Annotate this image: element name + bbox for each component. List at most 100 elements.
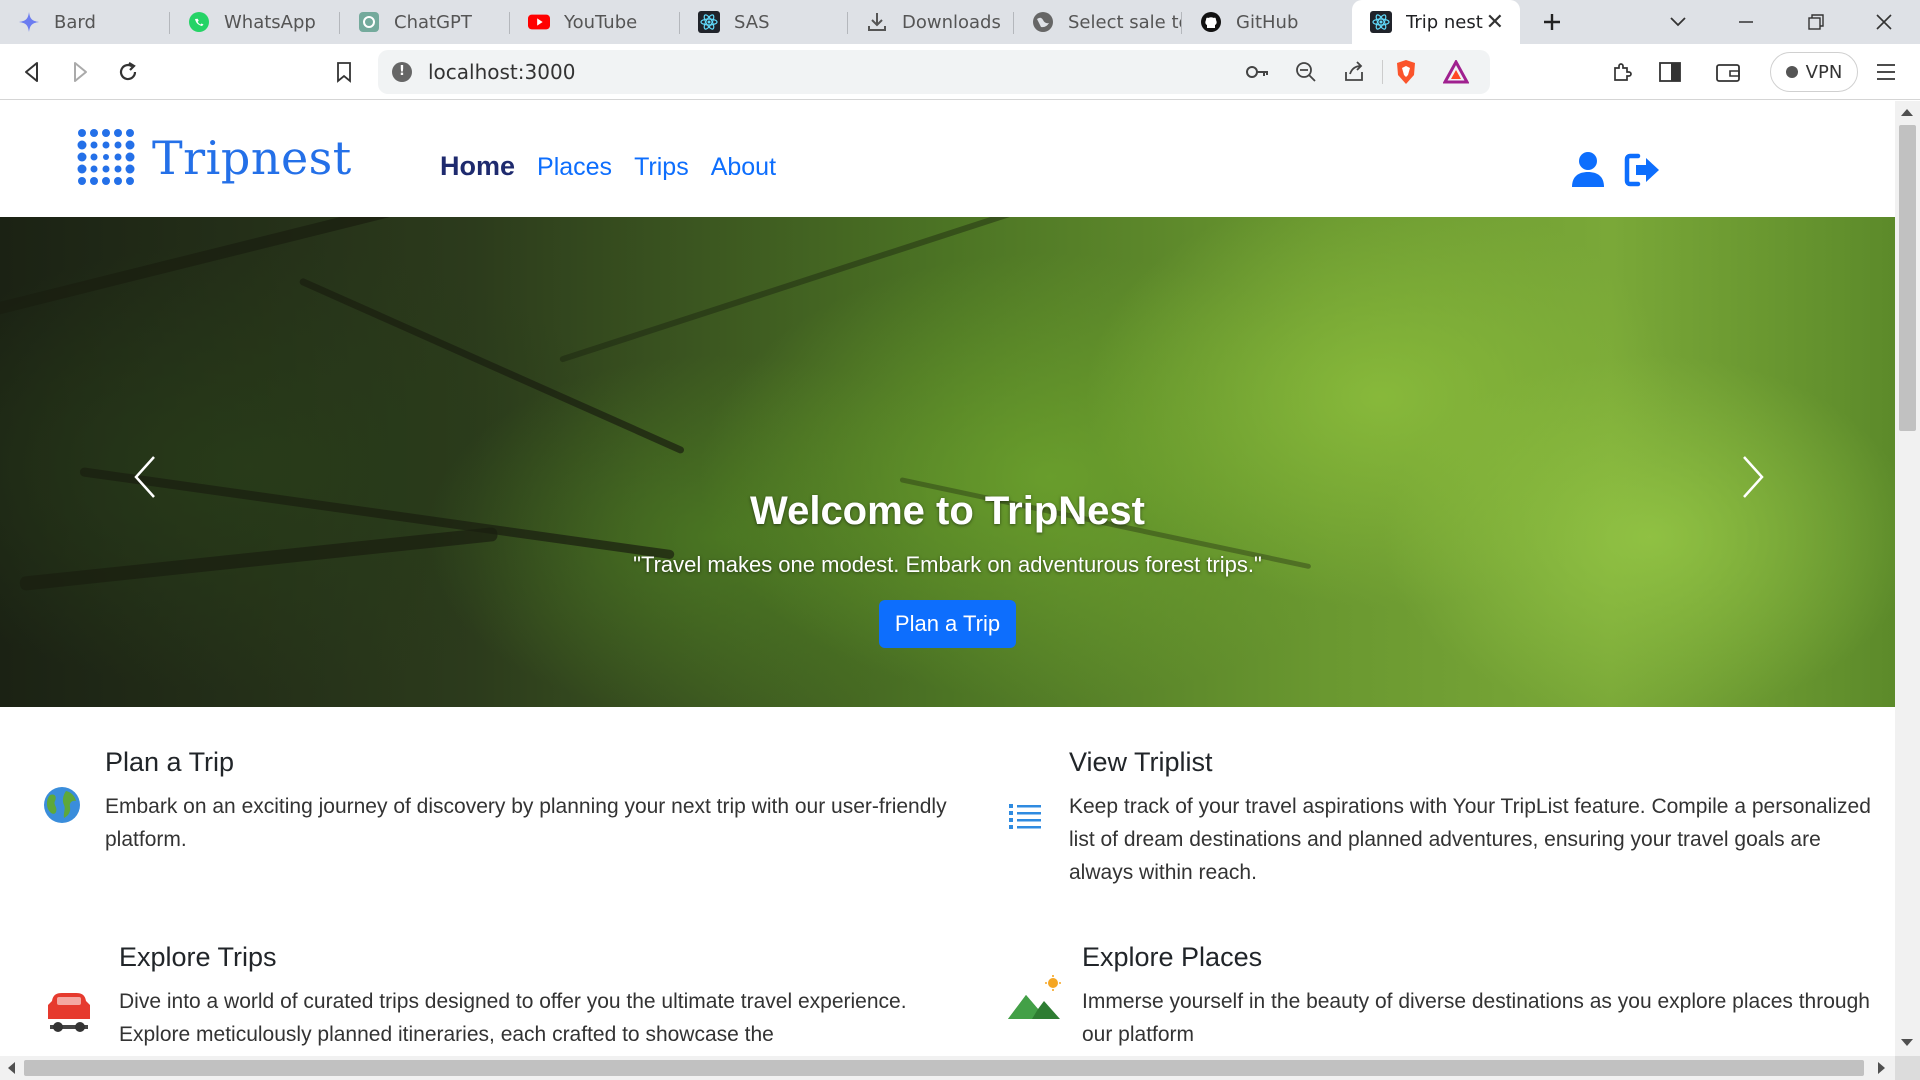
new-tab-button[interactable] [1536,6,1568,38]
close-window-button[interactable] [1868,6,1900,38]
reload-button[interactable] [110,54,146,90]
tab-youtube[interactable]: YouTube [510,0,680,44]
scrollbar-corner [1895,1056,1920,1080]
brand-dots-icon [77,129,135,185]
chatgpt-icon [358,11,380,33]
nav-trips[interactable]: Trips [634,153,689,182]
close-tab-icon[interactable]: ✕ [1486,10,1504,35]
globe-icon [1032,11,1054,33]
scroll-up-arrow-icon[interactable] [1901,109,1913,116]
scroll-right-arrow-icon[interactable] [1878,1062,1885,1074]
horizontal-scroll-thumb[interactable] [24,1060,1864,1076]
tab-label: Select sale to [1068,11,1182,33]
hero-title: Welcome to TripNest [750,489,1145,533]
vpn-status-icon [1785,66,1798,78]
carousel-caption: Welcome to TripNest "Travel makes one mo… [0,489,1895,648]
feature-explore-trips: Explore Trips Dive into a world of curat… [119,942,949,1051]
brave-shield-icon[interactable] [1392,58,1420,86]
share-icon[interactable] [1340,58,1368,86]
nav-home[interactable]: Home [440,151,515,182]
hero-carousel: Welcome to TripNest "Travel makes one mo… [0,217,1895,707]
address-bar[interactable]: ! localhost:3000 [378,50,1490,94]
feature-title: Explore Places [1082,942,1263,972]
tab-label: Downloads [902,11,1001,33]
feature-view-triplist: View Triplist Keep track of your travel … [1069,747,1879,889]
tab-whatsapp[interactable]: WhatsApp [170,0,340,44]
tab-github[interactable]: GitHub [1182,0,1348,44]
vpn-label: VPN [1805,61,1843,83]
restore-button[interactable] [1800,6,1832,38]
user-profile-icon[interactable] [1570,151,1606,187]
browser-toolbar: ! localhost:3000 VPN [0,44,1920,100]
tree-branch [298,277,686,455]
tab-label: GitHub [1236,11,1299,33]
brave-rewards-icon[interactable] [1442,58,1470,86]
whatsapp-icon [188,11,210,33]
vertical-scrollbar[interactable] [1895,101,1920,1056]
site-navbar: Tripnest Home Places Trips About [0,101,1895,217]
tab-select-sale[interactable]: Select sale to [1014,0,1182,44]
zoom-out-icon[interactable] [1292,58,1320,86]
nav-places[interactable]: Places [537,153,612,182]
tab-chatgpt[interactable]: ChatGPT [340,0,510,44]
tree-branch [559,217,1037,363]
logout-icon[interactable] [1624,153,1662,187]
vpn-button[interactable]: VPN [1770,52,1858,92]
mountain-sun-icon [1006,975,1062,1021]
tab-sas[interactable]: SAS [680,0,848,44]
nav-about[interactable]: About [711,153,776,182]
hero-quote: "Travel makes one modest. Embark on adve… [633,552,1262,577]
earth-globe-icon [42,785,86,829]
tab-search-chevron-icon[interactable] [1662,6,1694,38]
tab-label: YouTube [564,11,638,33]
feature-description: Keep track of your travel aspirations wi… [1069,795,1871,884]
scroll-left-arrow-icon[interactable] [8,1062,15,1074]
download-icon [866,11,888,33]
browser-tab-strip: Bard WhatsApp ChatGPT YouTube SAS Downlo [0,0,1920,44]
plan-trip-button[interactable]: Plan a Trip [878,600,1017,648]
feature-title: View Triplist [1069,747,1213,777]
back-button[interactable] [14,54,50,90]
youtube-icon [528,11,550,33]
react-icon [1370,11,1392,33]
car-icon [46,991,90,1035]
minimize-button[interactable] [1730,6,1762,38]
github-icon [1200,11,1222,33]
brand-name: Tripnest [152,131,352,185]
tab-label: Bard [54,11,96,33]
key-icon[interactable] [1244,58,1272,86]
feature-title: Explore Trips [119,942,277,972]
list-icon [1008,801,1052,845]
tab-tripnest[interactable]: Trip nest ✕ [1352,0,1520,44]
site-info-icon[interactable]: ! [392,62,412,82]
main-nav: Home Places Trips About [440,151,798,182]
menu-icon[interactable] [1868,54,1904,90]
feature-explore-places: Explore Places Immerse yourself in the b… [1082,942,1882,1051]
scroll-down-arrow-icon[interactable] [1901,1039,1913,1046]
bard-sparkle-icon [18,11,40,33]
bookmark-icon[interactable] [326,54,362,90]
feature-description: Embark on an exciting journey of discove… [105,795,947,851]
horizontal-scrollbar[interactable] [0,1056,1895,1080]
feature-description: Dive into a world of curated trips desig… [119,990,907,1046]
page-viewport: Tripnest Home Places Trips About Welcome [0,101,1895,1056]
extensions-icon[interactable] [1604,54,1640,90]
tab-label: SAS [734,11,770,33]
feature-plan-trip: Plan a Trip Embark on an exciting journe… [105,747,965,856]
url-text: localhost:3000 [428,60,576,84]
tab-label: WhatsApp [224,11,316,33]
brand-logo[interactable]: Tripnest [76,127,352,189]
forward-button[interactable] [62,54,98,90]
vertical-scroll-thumb[interactable] [1899,125,1916,431]
sidebar-toggle-icon[interactable] [1652,54,1688,90]
wallet-icon[interactable] [1710,54,1746,90]
feature-description: Immerse yourself in the beauty of divers… [1082,990,1870,1046]
tab-label: ChatGPT [394,11,472,33]
react-icon [698,11,720,33]
tree-branch [0,217,487,319]
tab-bard[interactable]: Bard [0,0,170,44]
tab-downloads[interactable]: Downloads [848,0,1014,44]
omnibox-divider [1382,60,1383,84]
tab-label: Trip nest [1406,11,1483,33]
feature-title: Plan a Trip [105,747,235,777]
